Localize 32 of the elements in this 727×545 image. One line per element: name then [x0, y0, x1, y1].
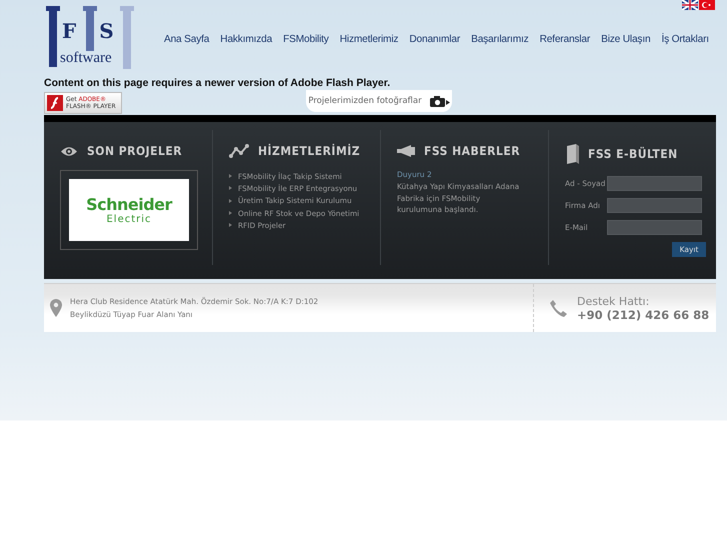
line-chart-icon: [229, 144, 249, 158]
flash-icon: [47, 95, 63, 111]
section-title: FSS E-BÜLTEN: [588, 147, 678, 161]
megaphone-icon: [397, 145, 415, 157]
map-pin-icon: [50, 299, 62, 317]
nav-link[interactable]: Bize Ulaşın: [601, 34, 650, 45]
flash-required-message: Content on this page requires a newer version of Adobe Flash Player.: [44, 78, 390, 89]
nav-link[interactable]: Referanslar: [540, 34, 590, 45]
logo-text: Electric: [106, 214, 152, 225]
section-title: HİZMETLERİMİZ: [258, 144, 360, 158]
flag-icon[interactable]: [699, 0, 715, 10]
eye-icon: [60, 146, 78, 156]
nav-link[interactable]: Donanımlar: [409, 34, 460, 45]
book-icon: [565, 144, 579, 164]
project-photos-button[interactable]: Projelerimizden fotoğraflar: [306, 90, 452, 112]
nav-link[interactable]: Hizmetlerimiz: [340, 34, 398, 45]
support-label: Destek Hattı:: [577, 294, 650, 308]
input-field[interactable]: [607, 176, 702, 191]
camera-icon: [430, 96, 450, 106]
nav-link[interactable]: Ana Sayfa: [164, 34, 210, 45]
nav-link[interactable]: FSMobility: [283, 34, 329, 45]
section-title: FSS HABERLER: [424, 144, 520, 158]
nav-link[interactable]: İş Ortakları: [661, 34, 709, 45]
nav-link[interactable]: Başarılarımız: [471, 34, 528, 45]
section-title: SON PROJELER: [87, 144, 182, 158]
logo-text: Schneider: [86, 195, 172, 214]
phone-icon: [550, 300, 567, 316]
support-phone: +90 (212) 426 66 88: [577, 308, 710, 322]
input-field[interactable]: [607, 198, 702, 213]
nav-link[interactable]: Hakkımızda: [220, 34, 272, 45]
input-field[interactable]: [607, 220, 702, 235]
flag-icon[interactable]: [682, 0, 698, 10]
